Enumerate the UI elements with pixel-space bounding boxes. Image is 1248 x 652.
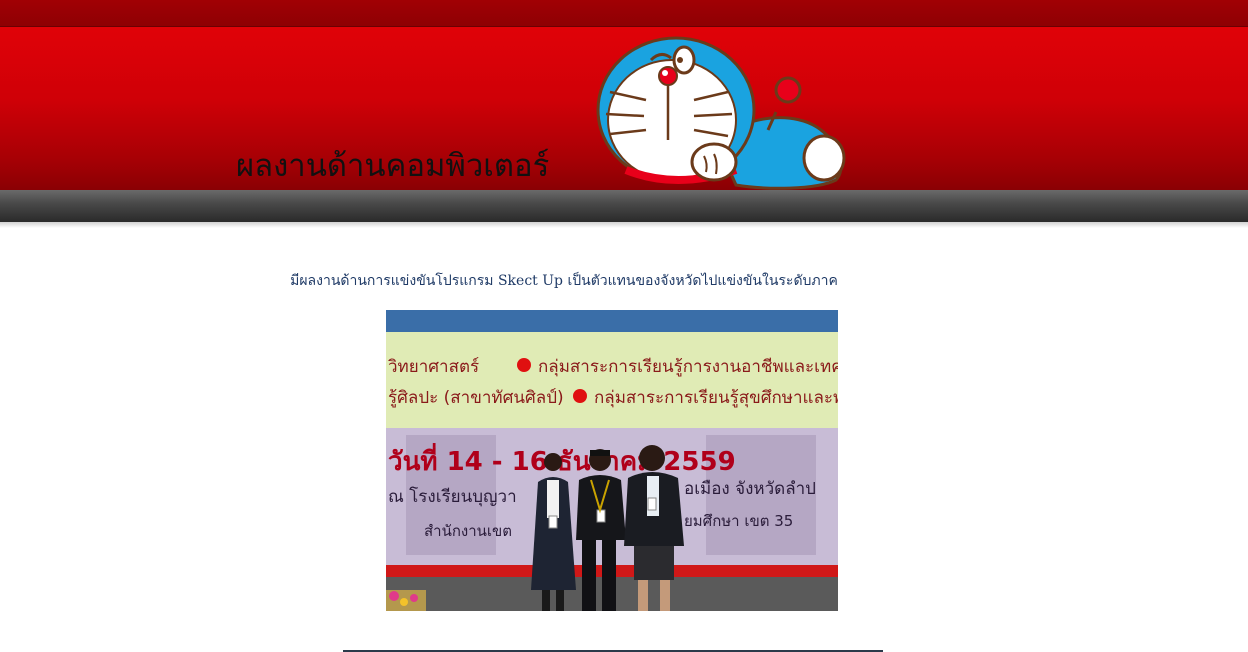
bullet-dot-1 <box>517 358 531 372</box>
photo-banner-place2: อเมือง จังหวัดลำป <box>684 479 816 499</box>
bullet-dot-2 <box>573 389 587 403</box>
post-caption: มีผลงานด้านการแข่งขันโปรแกรม Skect Up เป… <box>290 273 838 289</box>
photo-banner-place: ณ โรงเรียนบุญวา <box>388 486 517 507</box>
photo-banner-line1: วิทยาศาสตร์ <box>388 357 480 377</box>
site-title: ผลงานด้านคอมพิวเตอร์ <box>236 148 550 184</box>
photo-banner-line3: รู้ศิลปะ (สาขาทัศนศิลป์) <box>388 388 564 408</box>
header-top-strip <box>0 0 1248 27</box>
header-shadow <box>0 222 1248 228</box>
photo-banner-line2: กลุ่มสาระการเรียนรู้การงานอาชีพและเทคโ <box>538 356 838 377</box>
photo-banner-line4: กลุ่มสาระการเรียนรู้สุขศึกษาและพ <box>594 388 838 408</box>
photo-banner-office: สำนักงานเขต <box>424 522 512 540</box>
site-header-banner: ผลงานด้านคอมพิวเตอร์ <box>0 0 1248 228</box>
photo-banner-date: วันที่ 14 - 16 ธันวาคม 2559 <box>388 442 736 477</box>
doraemon-mascot-icon <box>596 36 846 190</box>
competition-photo-image: วิทยาศาสตร์ กลุ่มสาระการเรียนรู้การงานอา… <box>386 310 838 611</box>
page: ผลงานด้านคอมพิวเตอร์ มีผลงานด้านการแข่งข… <box>0 0 1248 652</box>
photo-banner-office2: ยมศึกษา เขต 35 <box>684 512 793 530</box>
competition-photo: วิทยาศาสตร์ กลุ่มสาระการเรียนรู้การงานอา… <box>386 310 838 611</box>
